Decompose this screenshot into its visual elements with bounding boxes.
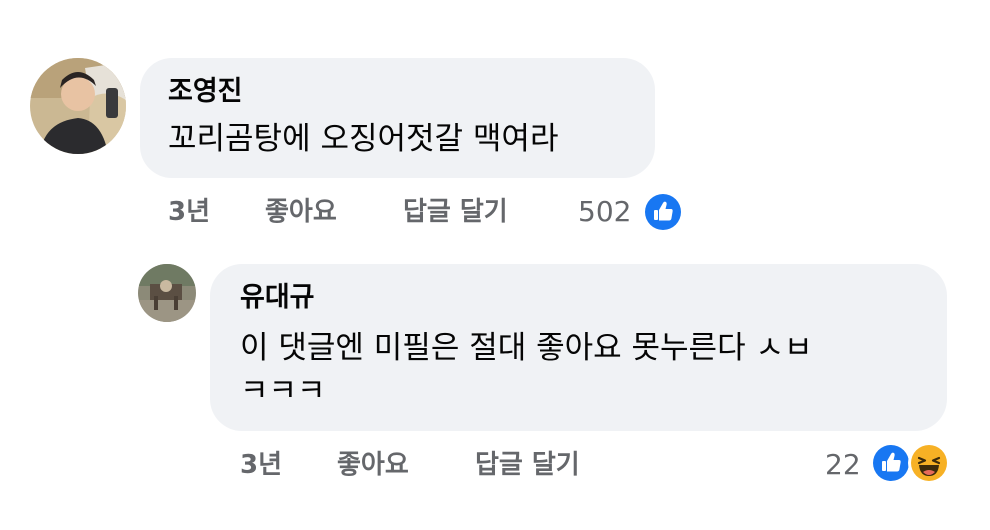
reply-button[interactable]: 답글 달기 bbox=[403, 197, 508, 227]
reply-text-line: ㅋㅋㅋ bbox=[240, 373, 326, 409]
reply-text-line: 이 댓글엔 미필은 절대 좋아요 못누른다 ㅅㅂ bbox=[240, 330, 813, 366]
reply-time[interactable]: 3년 bbox=[240, 450, 282, 480]
haha-icon[interactable] bbox=[911, 445, 947, 481]
avatar[interactable] bbox=[30, 58, 126, 154]
reaction-count[interactable]: 502 bbox=[578, 196, 631, 228]
like-icon[interactable] bbox=[873, 445, 909, 481]
comment-text: 꼬리곰탕에 오징어젓갈 맥여라 bbox=[168, 121, 559, 157]
reaction-count[interactable]: 22 bbox=[825, 449, 861, 481]
like-button[interactable]: 좋아요 bbox=[265, 197, 337, 227]
comment-author[interactable]: 조영진 bbox=[168, 76, 243, 108]
reply-button[interactable]: 답글 달기 bbox=[475, 450, 580, 480]
like-button[interactable]: 좋아요 bbox=[337, 450, 409, 480]
like-icon[interactable] bbox=[645, 194, 681, 230]
avatar[interactable] bbox=[138, 264, 196, 322]
comment-time[interactable]: 3년 bbox=[168, 197, 210, 227]
reply-author[interactable]: 유대규 bbox=[240, 282, 315, 314]
